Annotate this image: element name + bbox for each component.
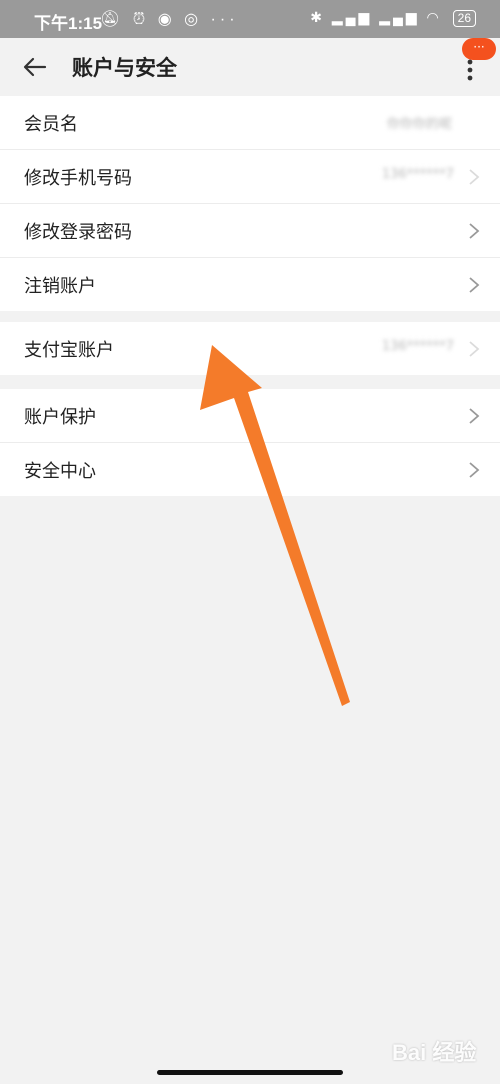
signal-icon: ▂▄▆ [331, 9, 373, 25]
row-label: 修改登录密码 [24, 222, 132, 243]
bluetooth-icon: ✱ [310, 9, 325, 25]
cancel-account-row[interactable]: 注销账户 [0, 258, 500, 311]
security-center-row[interactable]: 安全中心 [0, 443, 500, 496]
chevron-right-icon [469, 408, 480, 424]
app-notification-icon: ◉ [157, 11, 176, 28]
chevron-right-icon [469, 341, 480, 357]
payment-group: 支付宝账户 136******7 [0, 322, 500, 375]
notification-badge: ··· [462, 38, 496, 60]
status-icons-left: 🔕︎ ⏰︎ ◉ ◎ ··· [100, 9, 239, 29]
member-name-row[interactable]: 会员名 你你你的呢 [0, 96, 500, 150]
row-label: 会员名 [24, 114, 78, 135]
row-value: 136******7 [381, 339, 454, 354]
status-bar: 下午1:15 🔕︎ ⏰︎ ◉ ◎ ··· ✱ ▂▄▆ ▂▄▆ ◠ 26 [0, 0, 500, 38]
row-label: 修改手机号码 [24, 168, 132, 189]
more-options-button[interactable] [458, 56, 482, 84]
battery-indicator: 26 [452, 10, 476, 27]
back-arrow-icon [23, 57, 47, 77]
signal-icon: ▂▄▆ [379, 9, 420, 25]
status-time: 下午1:15 [34, 14, 103, 33]
change-password-row[interactable]: 修改登录密码 [0, 204, 500, 258]
page-title: 账户与安全 [72, 56, 177, 80]
app-bar: 账户与安全 ··· [0, 38, 500, 96]
watermark-text: Bai 经验 [392, 1040, 477, 1065]
alipay-account-row[interactable]: 支付宝账户 136******7 [0, 322, 500, 375]
row-value: 136******7 [381, 167, 454, 182]
security-group: 账户保护 安全中心 [0, 389, 500, 496]
row-label: 支付宝账户 [24, 340, 114, 361]
watermark: Bai 经验 [370, 1030, 480, 1070]
account-protection-row[interactable]: 账户保护 [0, 389, 500, 443]
chevron-right-icon [469, 462, 480, 478]
back-button[interactable] [20, 52, 50, 82]
wifi-icon: ◠ [426, 9, 442, 25]
chevron-right-icon [469, 277, 480, 293]
home-indicator[interactable] [157, 1070, 343, 1075]
row-value: 你你你的呢 [386, 117, 452, 132]
mute-icon: 🔕︎ [100, 11, 125, 28]
row-label: 账户保护 [24, 407, 96, 428]
row-label: 安全中心 [24, 461, 96, 482]
change-phone-row[interactable]: 修改手机号码 136******7 [0, 150, 500, 204]
account-info-group: 会员名 你你你的呢 修改手机号码 136******7 修改登录密码 注销账户 [0, 96, 500, 311]
chevron-right-icon [469, 169, 480, 185]
alarm-icon: ⏰︎ [132, 11, 150, 28]
more-vertical-icon [467, 59, 473, 81]
more-notifications-icon: ··· [210, 11, 239, 28]
row-label: 注销账户 [24, 276, 96, 297]
chevron-right-icon [469, 223, 480, 239]
status-icons-right: ✱ ▂▄▆ ▂▄▆ ◠ 26 [310, 9, 476, 27]
app-notification-icon: ◎ [184, 11, 203, 28]
